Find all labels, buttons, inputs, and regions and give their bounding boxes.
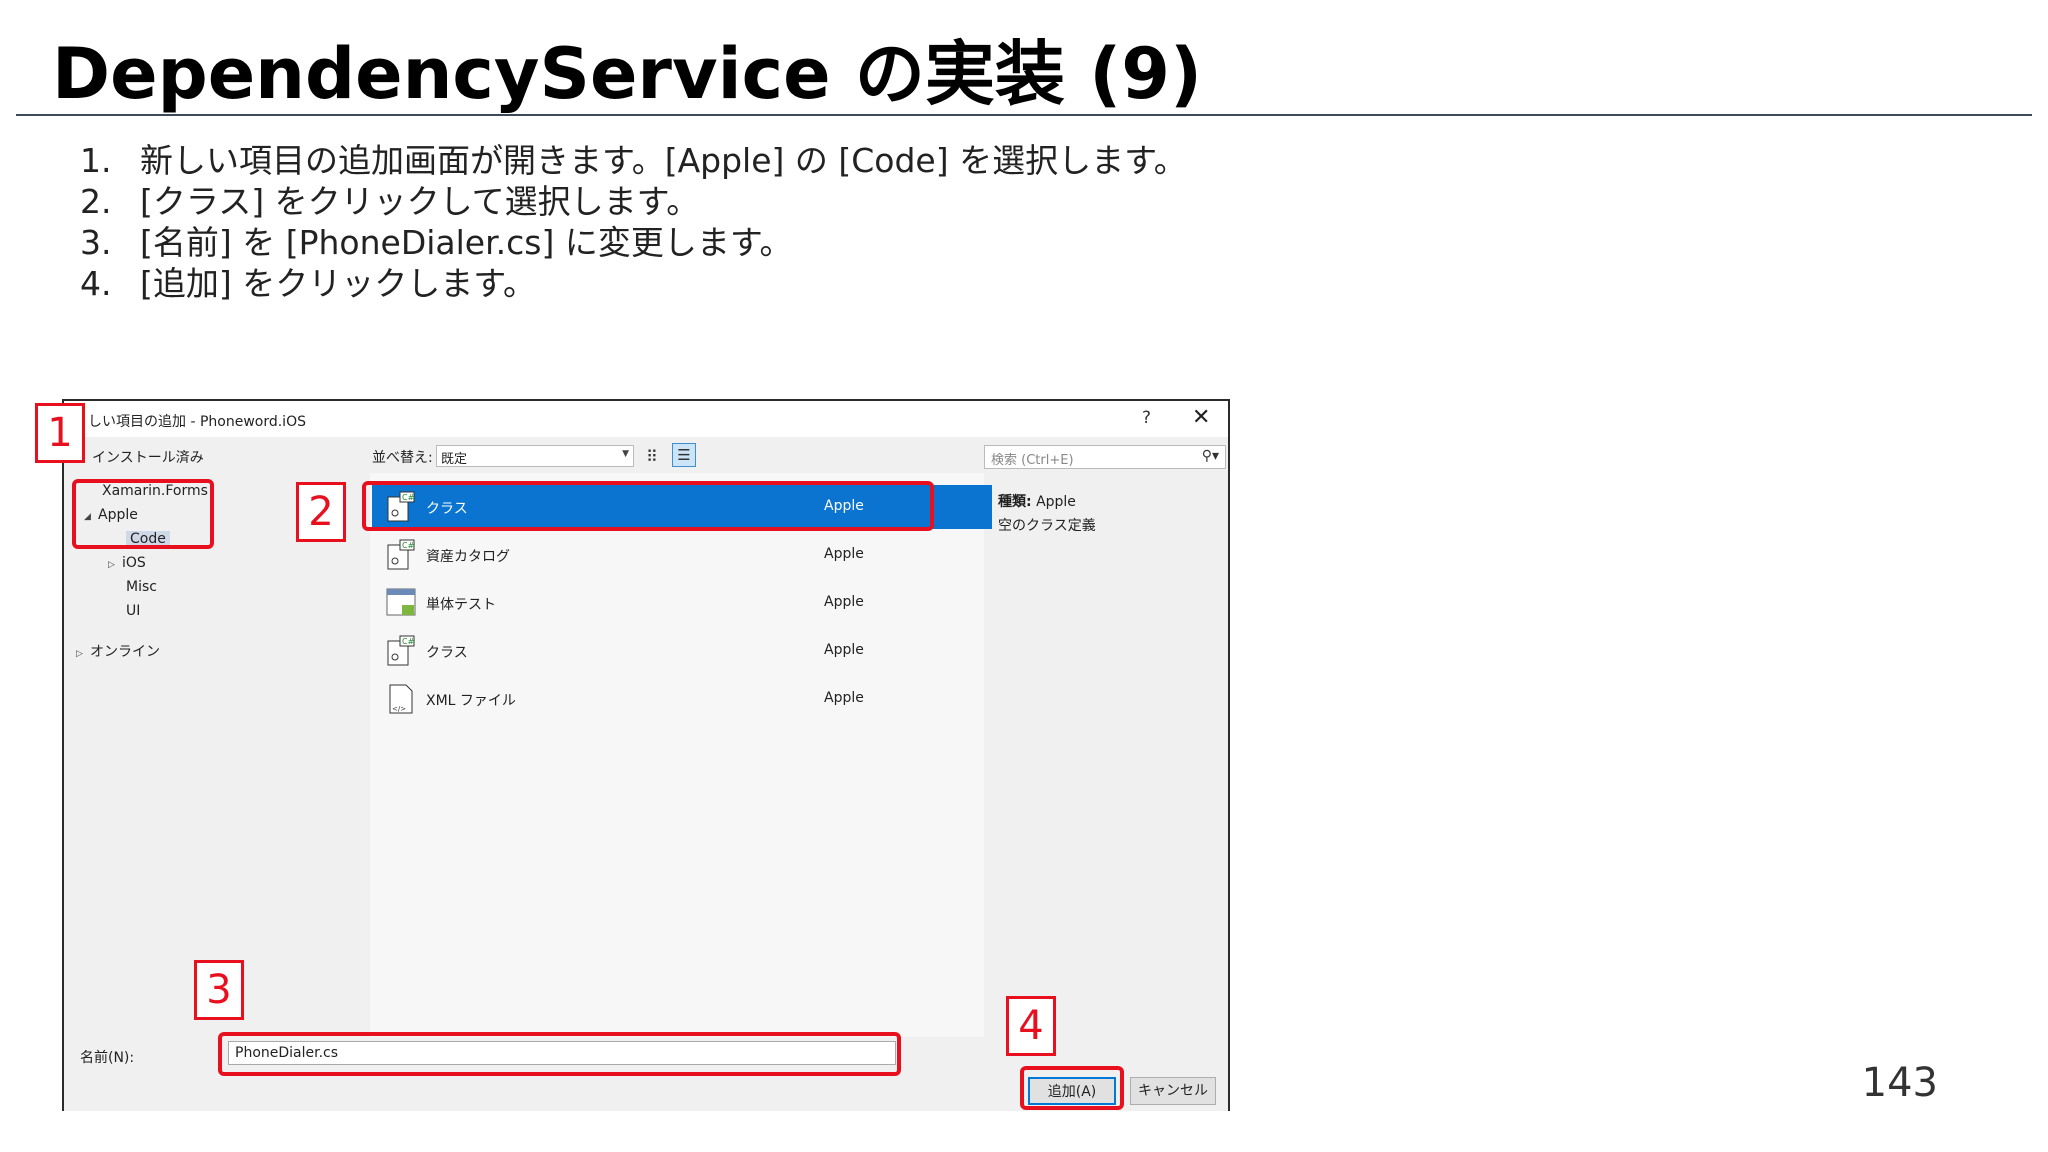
template-row[interactable]: 単体テスト Apple	[372, 581, 992, 625]
dialog-titlebar: しい項目の追加 - Phoneword.iOS ? ✕	[64, 401, 1228, 437]
list-view-icon[interactable]: ☰	[672, 443, 696, 467]
list-item: 4. [追加] をクリックします。	[80, 263, 1187, 304]
tree-item-misc[interactable]: Misc	[126, 579, 157, 595]
xml-file-icon: </>	[389, 684, 413, 714]
help-button[interactable]: ?	[1142, 408, 1151, 428]
highlight-box	[72, 479, 214, 549]
step-number: 3.	[80, 223, 112, 262]
template-source: Apple	[824, 690, 864, 706]
grid-view-icon[interactable]: ⠿	[646, 447, 658, 466]
svg-text:C#: C#	[402, 637, 415, 646]
tree-item-ios-label: iOS	[122, 555, 146, 571]
dialog-title: しい項目の追加 - Phoneword.iOS	[88, 414, 306, 430]
list-item: 1. 新しい項目の追加画面が開きます。[Apple] の [Code] を選択しま…	[80, 140, 1187, 181]
template-source: Apple	[824, 546, 864, 562]
type-value: Apple	[1036, 494, 1076, 510]
instruction-list: 1. 新しい項目の追加画面が開きます。[Apple] の [Code] を選択しま…	[80, 140, 1187, 304]
tree-item-online[interactable]: ▷ オンライン	[76, 641, 160, 661]
template-row[interactable]: </> XML ファイル Apple	[372, 677, 992, 721]
tree-item-online-label: オンライン	[90, 644, 160, 660]
search-icon: ⚲▾	[1201, 448, 1219, 464]
cancel-button[interactable]: キャンセル	[1130, 1077, 1216, 1105]
template-row[interactable]: C# クラス Apple	[372, 629, 992, 673]
highlight-box	[362, 481, 934, 531]
list-item: 2. [クラス] をクリックして選択します。	[80, 181, 1187, 222]
collapsed-triangle-icon: ▷	[76, 649, 83, 659]
sort-value: 既定	[441, 452, 468, 467]
title-divider	[16, 114, 2032, 116]
collapsed-triangle-icon: ▷	[108, 560, 115, 570]
svg-text:C#: C#	[402, 541, 415, 550]
step-number: 1.	[80, 141, 112, 180]
csharp-class-icon: C#	[387, 635, 415, 666]
list-item: 3. [名前] を [PhoneDialer.cs] に変更します。	[80, 222, 1187, 263]
step-text: 新しい項目の追加画面が開きます。[Apple] の [Code] を選択します。	[140, 141, 1187, 180]
search-placeholder: 検索 (Ctrl+E)	[991, 453, 1074, 468]
step-marker: 3	[194, 960, 244, 1020]
close-icon[interactable]: ✕	[1192, 405, 1210, 430]
template-type-info: 種類: Apple	[998, 491, 1076, 511]
template-description: 空のクラス定義	[998, 518, 1096, 534]
template-name: 単体テスト	[426, 597, 496, 613]
template-name: 資産カタログ	[426, 549, 510, 565]
step-number: 4.	[80, 264, 112, 303]
tree-item-ios[interactable]: ▷ iOS	[108, 555, 146, 571]
template-source: Apple	[824, 594, 864, 610]
step-text: [名前] を [PhoneDialer.cs] に変更します。	[140, 223, 793, 262]
search-input[interactable]: 検索 (Ctrl+E) ⚲▾	[984, 445, 1226, 469]
slide-title: DependencyService の実装 (9)	[52, 33, 1202, 115]
tree-item-ui[interactable]: UI	[126, 603, 140, 619]
page-number: 143	[1861, 1060, 1938, 1106]
template-name: クラス	[426, 645, 468, 661]
sort-label: 並べ替え:	[372, 450, 433, 466]
template-row[interactable]: C# 資産カタログ Apple	[372, 533, 992, 577]
svg-text:</>: </>	[392, 705, 406, 713]
unit-test-icon	[386, 588, 416, 616]
step-marker: 4	[1006, 996, 1056, 1056]
name-label: 名前(N):	[80, 1050, 135, 1066]
sort-dropdown[interactable]: 既定 ▼	[436, 445, 634, 467]
step-text: [クラス] をクリックして選択します。	[140, 182, 700, 221]
type-label: 種類:	[998, 494, 1032, 510]
highlight-box	[218, 1032, 901, 1076]
asset-catalog-icon: C#	[387, 539, 415, 570]
highlight-box	[1020, 1066, 1124, 1110]
step-text: [追加] をクリックします。	[140, 264, 536, 303]
template-source: Apple	[824, 642, 864, 658]
template-name: XML ファイル	[426, 693, 516, 709]
step-marker: 1	[35, 403, 85, 463]
installed-header[interactable]: インストール済み	[92, 447, 204, 467]
step-marker: 2	[296, 482, 346, 542]
step-number: 2.	[80, 182, 112, 221]
chevron-down-icon: ▼	[622, 449, 629, 459]
